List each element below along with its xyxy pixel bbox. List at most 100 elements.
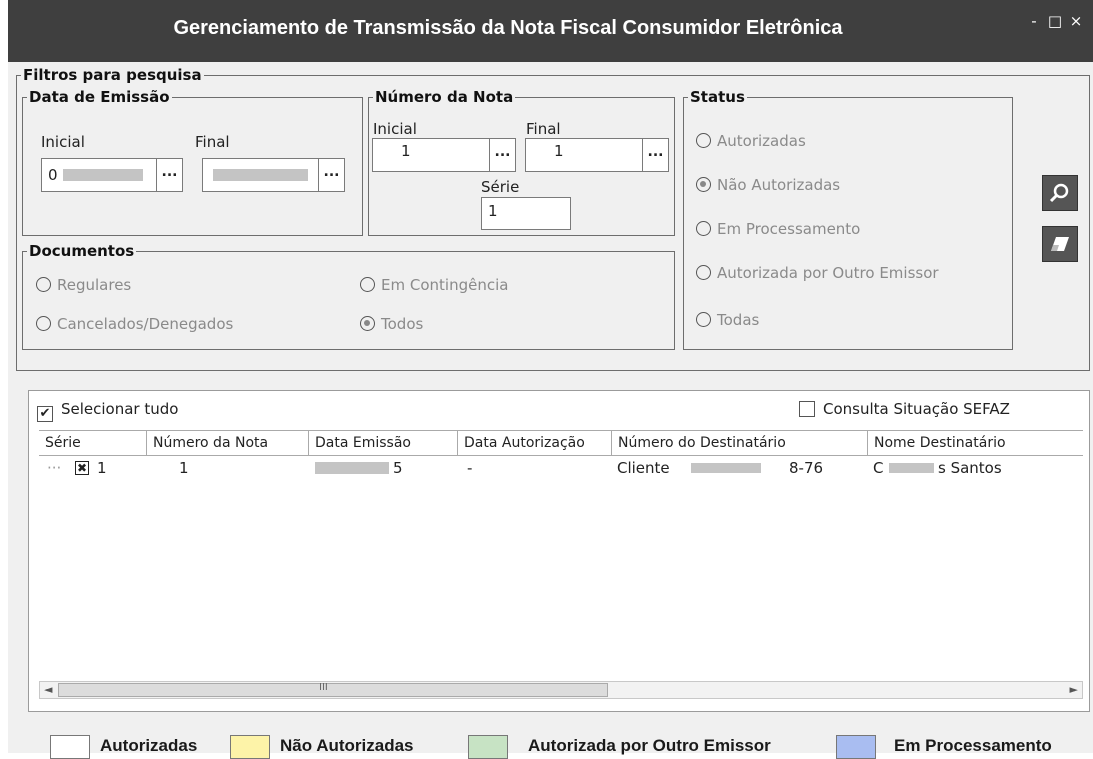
documents-legend: Documentos (29, 242, 135, 260)
scroll-grip-icon: III (319, 682, 328, 693)
close-button[interactable]: × (1066, 12, 1086, 30)
title-bar: Gerenciamento de Transmissão da Nota Fis… (8, 0, 1093, 62)
sefaz-label: Consulta Situação SEFAZ (823, 400, 1010, 418)
column-header-data-autorizacao[interactable]: Data Autorização (458, 431, 612, 456)
magnifier-icon (1049, 183, 1069, 203)
tree-connector-icon: ··· (47, 459, 62, 477)
radio-icon (696, 133, 711, 148)
radio-selected-icon (360, 316, 375, 331)
cell-destinatario-numero-suffix: 8-76 (789, 459, 824, 477)
note-initial-value: 1 (401, 142, 411, 160)
option-label: Autorizadas (717, 132, 806, 150)
radio-icon (36, 316, 51, 331)
documents-group: Documentos (22, 244, 675, 350)
maximize-button[interactable]: □ (1045, 12, 1065, 30)
status-option-nao-autorizadas[interactable]: Não Autorizadas (696, 176, 840, 194)
emission-final-picker-button[interactable]: ... (318, 158, 345, 192)
clear-button[interactable] (1042, 226, 1078, 262)
redacted-date (63, 169, 143, 181)
option-label: Em Processamento (717, 220, 861, 238)
status-option-autorizadas[interactable]: Autorizadas (696, 132, 806, 150)
radio-icon (696, 312, 711, 327)
documents-option-regulares[interactable]: Regulares (36, 276, 131, 294)
column-header-numero[interactable]: Número da Nota (147, 431, 309, 456)
checkbox-checked-icon: ✔ (37, 406, 53, 422)
note-initial-label: Inicial (373, 120, 417, 138)
column-header-serie[interactable]: Série (39, 431, 147, 456)
radio-selected-icon (696, 177, 711, 192)
cell-numero: 1 (179, 459, 189, 477)
legend-swatch-yellow (230, 735, 270, 759)
option-label: Não Autorizadas (717, 176, 841, 194)
legend-label: Autorizada por Outro Emissor (528, 736, 771, 755)
cell-serie: 1 (97, 459, 107, 477)
results-panel: ✔ Selecionar tudo Consulta Situação SEFAZ… (28, 390, 1090, 712)
note-initial-input[interactable]: 1 (372, 138, 490, 172)
minimize-button[interactable]: ‐ (1024, 12, 1044, 30)
emission-initial-picker-button[interactable]: ... (156, 158, 183, 192)
window-title: Gerenciamento de Transmissão da Nota Fis… (173, 17, 843, 39)
filters-legend: Filtros para pesquisa (23, 66, 202, 84)
documents-option-contingencia[interactable]: Em Contingência (360, 276, 508, 294)
redacted-date (213, 169, 308, 181)
option-label: Autorizada por Outro Emissor (717, 264, 939, 282)
notes-grid: Série Número da Nota Data Emissão Data A… (39, 430, 1083, 668)
note-final-picker-button[interactable]: ... (642, 138, 669, 172)
option-label: Cancelados/Denegados (57, 315, 234, 333)
horizontal-scrollbar[interactable]: ◄ III ► (39, 681, 1083, 699)
series-value: 1 (488, 202, 498, 220)
legend-label: Em Processamento (894, 736, 1052, 755)
status-option-outro-emissor[interactable]: Autorizada por Outro Emissor (696, 264, 939, 282)
checkbox-icon (799, 401, 815, 417)
status-option-todas[interactable]: Todas (696, 311, 759, 329)
scroll-thumb[interactable]: III (58, 682, 608, 697)
radio-icon (696, 265, 711, 280)
search-button[interactable] (1042, 175, 1078, 211)
series-label: Série (481, 178, 520, 196)
scroll-left-arrow-icon[interactable]: ◄ (44, 682, 52, 698)
sefaz-checkbox[interactable]: Consulta Situação SEFAZ (799, 400, 1010, 418)
note-initial-picker-button[interactable]: ... (489, 138, 516, 172)
scroll-right-arrow-icon[interactable]: ► (1070, 682, 1078, 698)
radio-icon (36, 277, 51, 292)
grid-header: Série Número da Nota Data Emissão Data A… (39, 431, 1083, 456)
nfce-transmission-window: Gerenciamento de Transmissão da Nota Fis… (8, 0, 1093, 759)
radio-icon (360, 277, 375, 292)
cell-data-emissao: 5 (393, 459, 403, 477)
legend-label: Não Autorizadas (280, 736, 414, 755)
documents-option-todos[interactable]: Todos (360, 315, 423, 333)
note-final-value: 1 (554, 142, 564, 160)
redacted-date (315, 462, 389, 474)
emission-initial-label: Inicial (41, 133, 85, 151)
legend-label: Autorizadas (100, 736, 198, 755)
select-all-label: Selecionar tudo (61, 400, 179, 418)
emission-final-label: Final (195, 133, 230, 151)
select-all-checkbox[interactable]: ✔ Selecionar tudo (37, 400, 178, 422)
status-option-em-processamento[interactable]: Em Processamento (696, 220, 860, 238)
column-header-nome-destinatario[interactable]: Nome Destinatário (868, 431, 1083, 456)
series-input[interactable]: 1 (481, 197, 571, 230)
cell-destinatario-numero-prefix: Cliente (617, 459, 670, 477)
status-legend: Status (690, 88, 745, 106)
note-final-label: Final (526, 120, 561, 138)
column-header-numero-destinatario[interactable]: Número do Destinatário (612, 431, 868, 456)
emission-initial-value: 0 (48, 166, 58, 184)
emission-date-legend: Data de Emissão (29, 88, 170, 106)
table-row[interactable]: ··· ✖ 1 1 5 - Cliente 8-76 C s Santos (39, 456, 1083, 480)
legend-swatch-blue (836, 735, 876, 759)
column-header-data-emissao[interactable]: Data Emissão (309, 431, 458, 456)
radio-icon (696, 221, 711, 236)
option-label: Todas (717, 311, 760, 329)
redacted-number (691, 463, 761, 473)
option-label: Regulares (57, 276, 132, 294)
legend-swatch-white (50, 735, 90, 759)
cell-destinatario-nome-suffix: s Santos (938, 459, 1002, 477)
option-label: Todos (381, 315, 424, 333)
documents-option-cancelados[interactable]: Cancelados/Denegados (36, 315, 233, 333)
redacted-name (889, 463, 934, 473)
cell-data-autorizacao: - (467, 459, 473, 477)
legend-swatch-green (468, 735, 508, 759)
row-checkbox-checked-icon[interactable]: ✖ (75, 461, 89, 475)
note-number-legend: Número da Nota (375, 88, 514, 106)
note-final-input[interactable]: 1 (525, 138, 643, 172)
